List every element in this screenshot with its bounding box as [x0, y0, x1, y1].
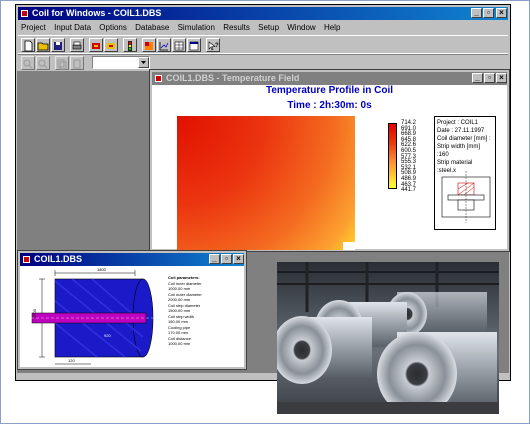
copy-button[interactable] — [55, 56, 69, 70]
steel-coils-photo — [277, 262, 499, 414]
menu-setup[interactable]: Setup — [258, 23, 279, 32]
traffic-light-icon — [128, 41, 132, 51]
coil-red-icon — [92, 43, 100, 49]
menu-simulation[interactable]: Simulation — [178, 23, 215, 32]
temp-minimize-button[interactable]: _ — [472, 73, 483, 83]
tool-button-6[interactable] — [104, 38, 118, 52]
paste-icon — [73, 59, 81, 69]
temp-close-button[interactable]: × — [496, 73, 507, 83]
temperature-field-title: COIL1.DBS - Temperature Field — [166, 73, 300, 83]
dim-left-label: 1500 — [31, 309, 37, 318]
temperature-heading: Temperature Profile in Coil — [265, 85, 394, 96]
print-button[interactable] — [70, 38, 84, 52]
coil-close-button[interactable]: × — [233, 254, 244, 264]
new-button[interactable] — [21, 38, 35, 52]
menu-results[interactable]: Results — [223, 23, 250, 32]
tool-button-7[interactable] — [123, 38, 137, 52]
maximize-button[interactable]: ▫ — [483, 8, 494, 18]
center-label: 920 — [104, 333, 111, 338]
printer-icon — [72, 41, 82, 50]
open-button[interactable] — [36, 38, 50, 52]
help-pointer-icon: ? — [208, 41, 219, 51]
coil-geometry-titlebar: COIL1.DBS _ ▫ × — [20, 253, 244, 266]
combobox-dropdown-button[interactable] — [138, 57, 149, 68]
paste-button[interactable] — [70, 56, 84, 70]
info-coil-diameter: Coil diameter [mm] : — [437, 136, 491, 142]
temperature-field-icon — [145, 42, 153, 50]
chevron-down-icon — [141, 61, 146, 64]
temp-maximize-button[interactable]: ▫ — [484, 73, 495, 83]
toolbar-1: ? — [18, 35, 508, 55]
tool-button-10[interactable] — [172, 38, 186, 52]
temperature-field-titlebar: COIL1.DBS - Temperature Field _ ▫ × — [152, 72, 507, 85]
project-info-box: Project : COIL1 Date : 27.11.1997 Coil d… — [434, 116, 496, 230]
new-file-icon — [24, 40, 33, 52]
temperature-field-window: COIL1.DBS - Temperature Field _ ▫ × Temp… — [149, 69, 510, 252]
save-button[interactable] — [51, 38, 65, 52]
minimize-button[interactable]: _ — [471, 8, 482, 18]
zoom-out-icon — [38, 59, 48, 69]
menu-options[interactable]: Options — [99, 23, 127, 32]
svg-text:?: ? — [215, 43, 219, 49]
menu-project[interactable]: Project — [21, 23, 46, 32]
graph-icon — [159, 42, 169, 51]
main-titlebar: Coil for Windows - COIL1.DBS _ ▫ × — [18, 7, 508, 20]
menu-help[interactable]: Help — [324, 23, 340, 32]
view-combobox[interactable] — [92, 56, 150, 69]
info-strip-width: Strip width [mm] :160 — [437, 144, 481, 158]
coil-schematic-icon — [441, 171, 491, 223]
coil-cross-section-drawing — [26, 270, 158, 365]
tool-button-11[interactable] — [187, 38, 201, 52]
copy-icon — [57, 59, 67, 70]
close-button[interactable]: × — [496, 8, 507, 18]
document-icon — [23, 256, 30, 263]
window-icon — [189, 41, 199, 51]
zoom-in-icon — [23, 59, 33, 69]
tool-button-8[interactable] — [142, 38, 156, 52]
folder-icon — [37, 42, 49, 51]
zoom-out-button[interactable] — [36, 56, 50, 70]
coil-geometry-window: COIL1.DBS _ ▫ × 1800 1500 920 120 Coil p… — [17, 250, 247, 370]
steel-coils-illustration — [277, 262, 499, 414]
menu-database[interactable]: Database — [135, 23, 169, 32]
time-label: Time : 2h:30m: 0s — [287, 100, 372, 111]
coil-maximize-button[interactable]: ▫ — [221, 254, 232, 264]
annotation-line: 1000.00 mm — [168, 341, 191, 346]
legend-labels: 714.2 691.0 668.9 645.8 622.6 600.5 577.… — [401, 120, 417, 194]
menu-input-data[interactable]: Input Data — [54, 23, 91, 32]
menu-window[interactable]: Window — [287, 23, 315, 32]
tool-button-9[interactable] — [157, 38, 171, 52]
coil-yellow-icon — [107, 43, 115, 49]
dim-top-label: 1800 — [97, 267, 106, 272]
info-date: Date : 27.11.1997 — [437, 128, 485, 134]
menu-bar: Project Input Data Options Database Simu… — [18, 22, 508, 34]
dim-bottom-label: 120 — [68, 358, 75, 363]
table-icon — [174, 41, 184, 51]
annotation-line: Coil parameters: — [168, 275, 200, 280]
document-icon — [155, 75, 162, 82]
main-title: Coil for Windows - COIL1.DBS — [32, 8, 162, 18]
coil-geometry-title: COIL1.DBS — [34, 254, 83, 264]
legend-value: 441.7 — [401, 187, 417, 194]
temperature-field-corner — [343, 242, 355, 250]
app-icon — [21, 10, 28, 17]
help-button[interactable]: ? — [206, 38, 220, 52]
info-project: Project : COIL1 — [437, 120, 479, 126]
temperature-field-plot — [177, 116, 355, 250]
coil-minimize-button[interactable]: _ — [209, 254, 220, 264]
legend-color-bar — [388, 123, 397, 189]
tool-button-5[interactable] — [89, 38, 103, 52]
floppy-icon — [54, 42, 62, 50]
coil-annotations: Coil parameters: Coil inner diameter 100… — [168, 275, 202, 347]
zoom-in-button[interactable] — [21, 56, 35, 70]
